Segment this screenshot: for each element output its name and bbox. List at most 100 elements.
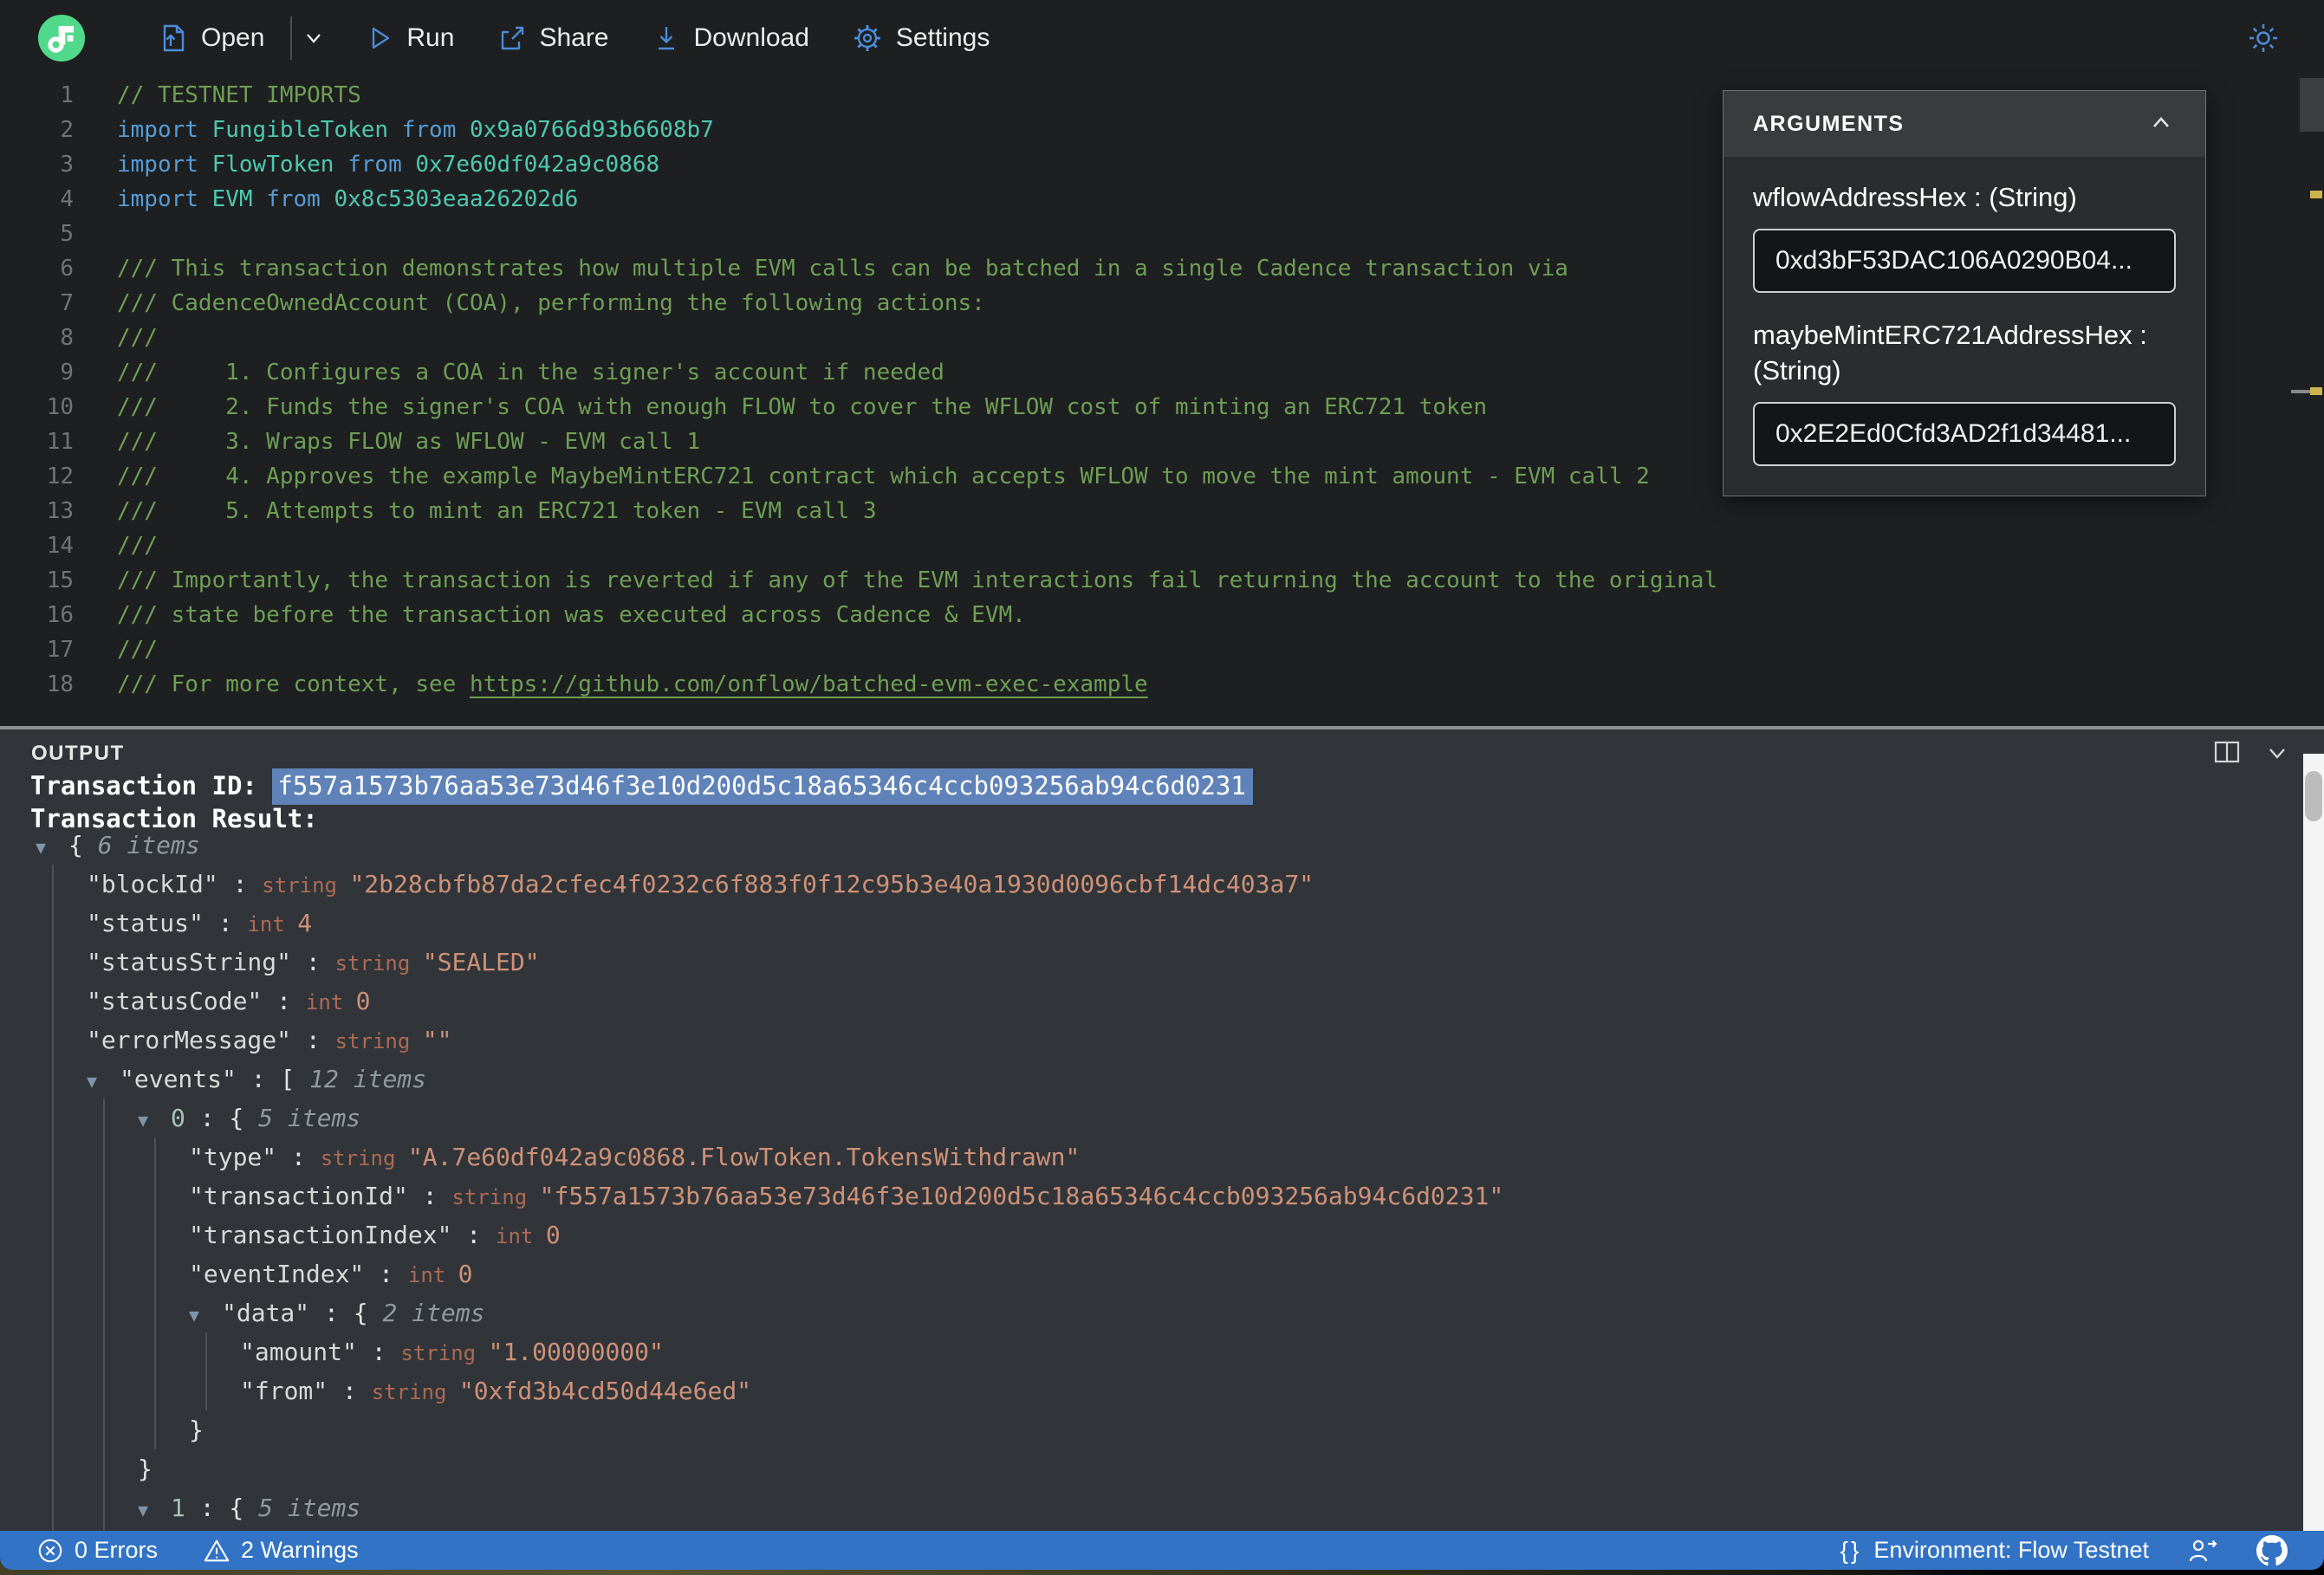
- json-number-value: 0: [355, 987, 371, 1015]
- line-number: 16: [46, 602, 74, 628]
- json-number-value: 0: [545, 1221, 561, 1249]
- line-number: 18: [46, 671, 74, 697]
- code-editor[interactable]: 1 // TESTNET IMPORTS 2 import FungibleToken…: [0, 76, 2324, 726]
- json-number-value: 0: [458, 1260, 473, 1288]
- open-button[interactable]: Open: [158, 23, 264, 54]
- errors-status[interactable]: 0 Errors: [36, 1537, 158, 1565]
- settings-button[interactable]: Settings: [851, 22, 990, 55]
- collapse-triangle-icon[interactable]: ▼: [189, 1296, 222, 1335]
- line-number: 3: [60, 152, 74, 178]
- json-type-label: int: [496, 1224, 546, 1248]
- json-items-count: 5 items: [258, 1104, 361, 1132]
- json-key: "status": [87, 909, 204, 937]
- json-string-value: "": [422, 1026, 452, 1054]
- toolbar: Open Run Share Download Settings: [0, 0, 2324, 76]
- json-punct: : [: [236, 1065, 310, 1093]
- json-items-count: 12 items: [309, 1065, 427, 1093]
- theme-toggle-button[interactable]: [2246, 21, 2281, 55]
- json-key: "transactionIndex": [189, 1221, 452, 1249]
- json-key: "statusCode": [87, 987, 263, 1015]
- chevron-down-icon: [307, 34, 321, 43]
- json-tree-row: }: [0, 1449, 2296, 1488]
- json-punct: :: [291, 1026, 335, 1054]
- line-number: 12: [46, 463, 74, 489]
- feedback-button[interactable]: [2187, 1536, 2218, 1565]
- code-token: 0x9a0766d93b6608b7: [470, 117, 714, 143]
- open-dropdown-button[interactable]: [299, 23, 328, 53]
- line-number: 14: [46, 533, 74, 559]
- json-tree-row: "errorMessage" : string "": [0, 1021, 2296, 1060]
- code-token: ///: [117, 325, 158, 351]
- json-tree-row: "status" : int 4: [0, 904, 2296, 943]
- collapse-triangle-icon[interactable]: ▼: [36, 828, 68, 867]
- json-index: 0: [171, 1104, 185, 1132]
- json-key: "transactionId": [189, 1182, 408, 1210]
- download-button[interactable]: Download: [651, 23, 809, 54]
- code-token: import: [117, 186, 212, 212]
- toolbar-divider: [290, 16, 293, 60]
- code-token: 0x7e60df042a9c0868: [415, 152, 660, 178]
- flow-logo[interactable]: [38, 15, 85, 62]
- run-button[interactable]: Run: [363, 23, 454, 54]
- collapse-triangle-icon[interactable]: ▼: [87, 1062, 120, 1101]
- download-button-label: Download: [693, 23, 809, 52]
- line-number: 10: [46, 394, 74, 420]
- line-number: 6: [60, 256, 74, 282]
- json-key: "data": [222, 1299, 310, 1327]
- json-punct: }: [138, 1455, 153, 1483]
- json-punct: : {: [309, 1299, 383, 1327]
- chevron-up-icon[interactable]: [2146, 109, 2176, 139]
- code-token: /// 5. Attempts to mint an ERC721 token …: [117, 498, 877, 524]
- errors-label: 0 Errors: [75, 1537, 159, 1563]
- person-feedback-icon: [2189, 1539, 2217, 1561]
- json-type-label: int: [305, 990, 356, 1014]
- code-token: import: [117, 152, 212, 178]
- arguments-panel: ARGUMENTS wflowAddressHex : (String) may…: [1723, 90, 2206, 496]
- open-button-label: Open: [201, 23, 265, 52]
- code-token: /// 3. Wraps FLOW as WFLOW - EVM call 1: [117, 429, 701, 455]
- line-number: 8: [60, 325, 74, 351]
- status-bar: 0 Errors 2 Warnings {} Environment: Flow…: [0, 1531, 2324, 1570]
- code-token: /// 4. Approves the example MaybeMintERC…: [117, 463, 1650, 489]
- code-token: from: [347, 152, 416, 178]
- collapse-triangle-icon[interactable]: ▼: [138, 1101, 171, 1140]
- current-line-marker: [2291, 390, 2310, 393]
- sun-icon: [2249, 24, 2277, 52]
- code-token: from: [401, 117, 471, 143]
- code-token: ///: [117, 637, 158, 663]
- warnings-status[interactable]: 2 Warnings: [203, 1537, 359, 1565]
- code-link[interactable]: https://github.com/onflow/batched-evm-ex…: [470, 671, 1148, 697]
- json-tree-row: "amount" : string "1.00000000": [0, 1332, 2296, 1371]
- share-button[interactable]: Share: [496, 23, 609, 54]
- json-punct: :: [451, 1221, 497, 1249]
- argument-input-wflow[interactable]: [1753, 229, 2176, 293]
- output-scrollbar[interactable]: [2303, 754, 2324, 1531]
- editor-scrollbar-thumb[interactable]: [2300, 78, 2324, 132]
- arguments-panel-header[interactable]: ARGUMENTS: [1724, 91, 2205, 157]
- split-view-button[interactable]: [2213, 740, 2241, 768]
- json-punct: :: [356, 1338, 401, 1366]
- line-number: 13: [46, 498, 74, 524]
- argument-input-maybemint[interactable]: [1753, 402, 2176, 466]
- transaction-id-value[interactable]: f557a1573b76aa53e73d46f3e10d200d5c18a653…: [272, 768, 1253, 805]
- json-type-label: int: [407, 1263, 458, 1287]
- line-number: 1: [60, 82, 74, 108]
- output-scrollbar-thumb[interactable]: [2305, 771, 2322, 821]
- code-token: /// CadenceOwnedAccount (COA), performin…: [117, 290, 985, 316]
- arguments-panel-body: wflowAddressHex : (String) maybeMintERC7…: [1724, 157, 2205, 496]
- code-token: /// 1. Configures a COA in the signer's …: [117, 360, 945, 386]
- collapse-output-button[interactable]: [2263, 743, 2291, 768]
- code-line: 17 ///: [0, 632, 2298, 667]
- editor-scrollbar[interactable]: [2291, 76, 2324, 726]
- environment-status[interactable]: {} Environment: Flow Testnet: [1840, 1537, 2149, 1565]
- json-tree-row: ▼ 1 : { 5 items: [0, 1488, 2296, 1527]
- json-tree-row: "from" : string "0xfd3b4cd50d44e6ed": [0, 1371, 2296, 1410]
- warnings-label: 2 Warnings: [241, 1537, 359, 1563]
- json-punct: :: [203, 909, 248, 937]
- github-button[interactable]: [2256, 1534, 2288, 1566]
- collapse-triangle-icon[interactable]: ▼: [138, 1491, 171, 1530]
- code-line: 16 /// state before the transaction was e…: [0, 598, 2298, 632]
- json-items-count: 2 items: [382, 1299, 485, 1327]
- transaction-id-label: Transaction ID:: [30, 771, 273, 800]
- code-token: from: [266, 186, 334, 212]
